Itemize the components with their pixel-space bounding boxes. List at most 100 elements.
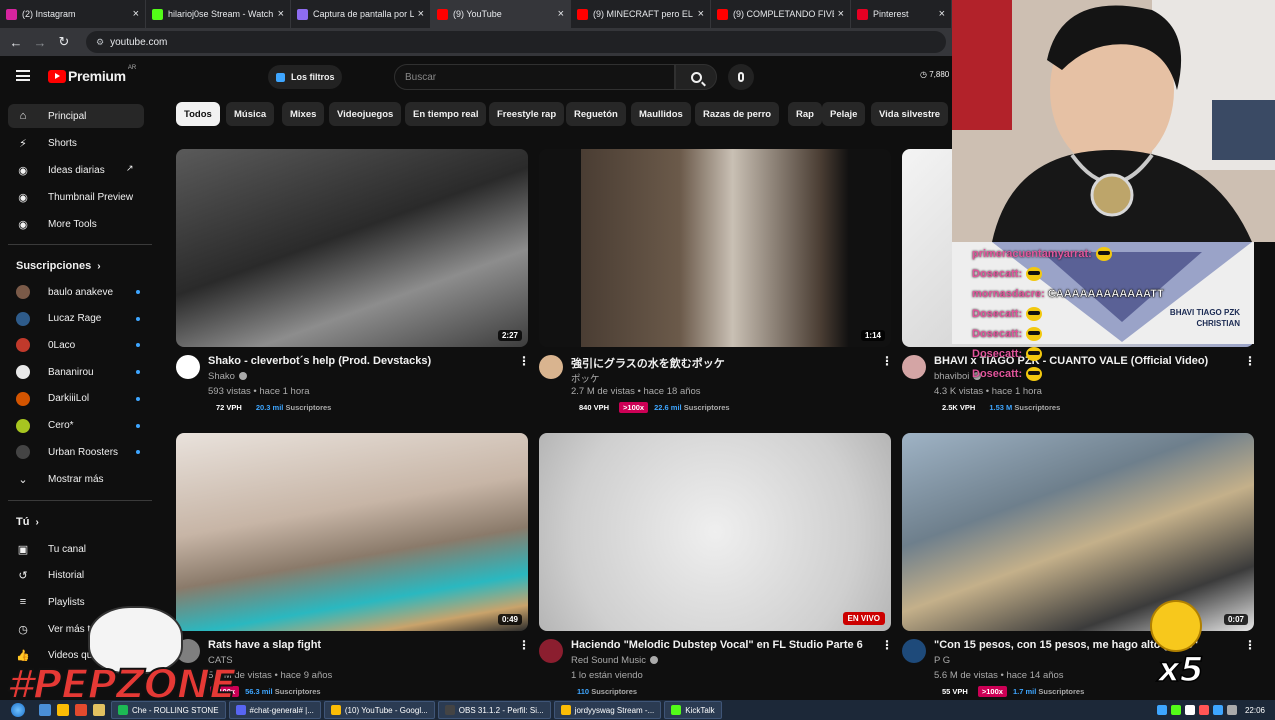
tray-icon[interactable] xyxy=(1212,705,1223,715)
close-icon[interactable]: × xyxy=(278,8,284,20)
filter-chip[interactable]: Maullidos xyxy=(631,102,691,126)
sidebar-subscription[interactable]: Lucaz Rage xyxy=(8,307,144,331)
taskbar-window-button[interactable]: Che - ROLLING STONE xyxy=(111,701,226,719)
video-thumbnail[interactable]: 0:07 xyxy=(902,433,1254,631)
browser-tab[interactable]: hilarioj0se Stream - Watch × xyxy=(146,0,291,28)
channel-name[interactable]: Shako xyxy=(208,371,247,382)
video-title[interactable]: Rats have a slap fight xyxy=(208,639,508,651)
taskbar-window-button[interactable]: jordyyswag Stream -... xyxy=(553,701,662,719)
url-field[interactable]: ⚙ youtube.com xyxy=(86,31,946,53)
video-thumbnail[interactable]: EN VIVO xyxy=(539,433,891,631)
quick-launch-icon[interactable] xyxy=(57,704,69,716)
taskbar-clock[interactable]: 22:06 xyxy=(1245,706,1265,715)
channel-avatar[interactable] xyxy=(539,355,563,379)
sidebar-subscription[interactable]: baulo anakeve xyxy=(8,280,144,304)
filter-chip[interactable]: En tiempo real xyxy=(405,102,487,126)
video-thumbnail[interactable]: 1:14 xyxy=(539,149,891,347)
voice-search-button[interactable] xyxy=(728,64,754,90)
filter-chip[interactable]: Todos xyxy=(176,102,220,126)
tray-icon[interactable] xyxy=(1226,705,1237,715)
video-stats-bar: 110 Suscriptores xyxy=(571,685,637,697)
subscriber-count: 1.7 mil Suscriptores xyxy=(1013,687,1084,696)
filter-chip[interactable]: Videojuegos xyxy=(329,102,402,126)
video-title[interactable]: Haciendo "Melodic Dubstep Vocal" en FL S… xyxy=(571,639,871,651)
channel-name[interactable]: Red Sound Music xyxy=(571,655,658,666)
sidebar-divider xyxy=(8,500,152,501)
sidebar-subscription[interactable]: Cero* xyxy=(8,414,144,438)
filter-chip[interactable]: Razas de perro xyxy=(695,102,780,126)
quick-launch-icon[interactable] xyxy=(39,704,51,716)
menu-icon[interactable] xyxy=(16,70,30,81)
browser-tab[interactable]: (9) COMPLETANDO FIVE N × xyxy=(711,0,851,28)
search-input[interactable]: Buscar xyxy=(394,64,675,90)
taskbar-window-button[interactable]: #chat-general# |... xyxy=(228,701,321,719)
channel-avatar[interactable] xyxy=(539,639,563,663)
search-button[interactable] xyxy=(675,64,717,90)
browser-tab[interactable]: Pinterest × xyxy=(851,0,952,28)
start-button[interactable] xyxy=(0,700,36,720)
extension-counter[interactable]: ◷ 7,880 xyxy=(920,70,949,79)
subscriptions-heading[interactable]: Suscripciones › xyxy=(16,260,101,272)
taskbar-window-button[interactable]: (10) YouTube - Googl... xyxy=(323,701,435,719)
youtube-logo[interactable]: Premium AR xyxy=(48,65,136,84)
tray-icon[interactable] xyxy=(1198,705,1209,715)
sidebar-item[interactable]: ◉ Thumbnail Preview xyxy=(8,185,144,209)
channel-avatar[interactable] xyxy=(902,639,926,663)
show-more-button[interactable]: ⌄ Mostrar más xyxy=(8,467,144,491)
sidebar-subscription[interactable]: Urban Roosters xyxy=(8,440,144,464)
back-icon[interactable]: ← xyxy=(6,35,26,50)
tray-icon[interactable] xyxy=(1156,705,1167,715)
sidebar-item[interactable]: ▣ Tu canal xyxy=(8,537,144,561)
filter-chip[interactable]: Pelaje xyxy=(822,102,866,126)
channel-name[interactable]: ポッケ xyxy=(571,371,600,385)
video-title[interactable]: 強引にグラスの水を飲むポッケ xyxy=(571,355,871,371)
filter-chip[interactable]: Rap xyxy=(788,102,822,126)
video-thumbnail[interactable]: 2:27 xyxy=(176,149,528,347)
tray-icon[interactable] xyxy=(1184,705,1195,715)
channel-name[interactable]: P G xyxy=(934,655,950,666)
close-icon[interactable]: × xyxy=(838,8,844,20)
more-options-icon[interactable]: ⋮ xyxy=(1244,639,1256,651)
more-options-icon[interactable]: ⋮ xyxy=(881,355,893,367)
close-icon[interactable]: × xyxy=(133,8,139,20)
video-title[interactable]: Shako - cleverbot´s help (Prod. Devstack… xyxy=(208,355,508,367)
more-options-icon[interactable]: ⋮ xyxy=(881,639,893,651)
taskbar-app-icon xyxy=(330,705,341,715)
filter-chip[interactable]: Reguetón xyxy=(566,102,626,126)
reload-icon[interactable]: ↻ xyxy=(54,34,74,50)
channel-avatar[interactable] xyxy=(176,355,200,379)
filter-chip[interactable]: Vida silvestre xyxy=(871,102,949,126)
close-icon[interactable]: × xyxy=(698,8,704,20)
tray-icon[interactable] xyxy=(1170,705,1181,715)
sidebar-item[interactable]: ◉ More Tools xyxy=(8,212,144,236)
sidebar-item[interactable]: ⚡ Shorts xyxy=(8,131,144,155)
site-info-icon[interactable]: ⚙ xyxy=(96,37,104,48)
you-heading[interactable]: Tú › xyxy=(16,516,39,528)
sidebar-subscription[interactable]: DarkiiiLol xyxy=(8,387,144,411)
sidebar-item[interactable]: ⌂ Principal xyxy=(8,104,144,128)
taskbar-window-button[interactable]: OBS 31.1.2 - Perfil: Si... xyxy=(437,701,551,719)
quick-launch-icon[interactable] xyxy=(93,704,105,716)
browser-tab[interactable]: (2) Instagram × xyxy=(0,0,146,28)
forward-icon[interactable]: → xyxy=(30,35,50,50)
more-options-icon[interactable]: ⋮ xyxy=(518,355,530,367)
sidebar-item[interactable]: ◉ Ideas diarias ↗ xyxy=(8,158,144,182)
more-options-icon[interactable]: ⋮ xyxy=(518,639,530,651)
sidebar-item[interactable]: ↺ Historial xyxy=(8,564,144,588)
quick-launch-icon[interactable] xyxy=(75,704,87,716)
taskbar-window-button[interactable]: KickTalk xyxy=(664,701,722,719)
close-icon[interactable]: × xyxy=(558,8,564,20)
filter-chip[interactable]: Música xyxy=(226,102,275,126)
sidebar-subscription[interactable]: Bananirou xyxy=(8,360,144,384)
new-content-dot xyxy=(136,423,140,428)
video-thumbnail[interactable]: 0:49 xyxy=(176,433,528,631)
close-icon[interactable]: × xyxy=(418,8,424,20)
browser-tab[interactable]: (9) YouTube × xyxy=(431,0,571,28)
filter-chip[interactable]: Mixes xyxy=(282,102,325,126)
browser-tab[interactable]: Captura de pantalla por Li × xyxy=(291,0,431,28)
filter-chip[interactable]: Freestyle rap xyxy=(489,102,565,126)
filters-button[interactable]: Los filtros xyxy=(268,65,342,89)
close-icon[interactable]: × xyxy=(939,8,945,20)
browser-tab[interactable]: (9) MINECRAFT pero EL Cl × xyxy=(571,0,711,28)
sidebar-subscription[interactable]: 0Laco xyxy=(8,333,144,357)
